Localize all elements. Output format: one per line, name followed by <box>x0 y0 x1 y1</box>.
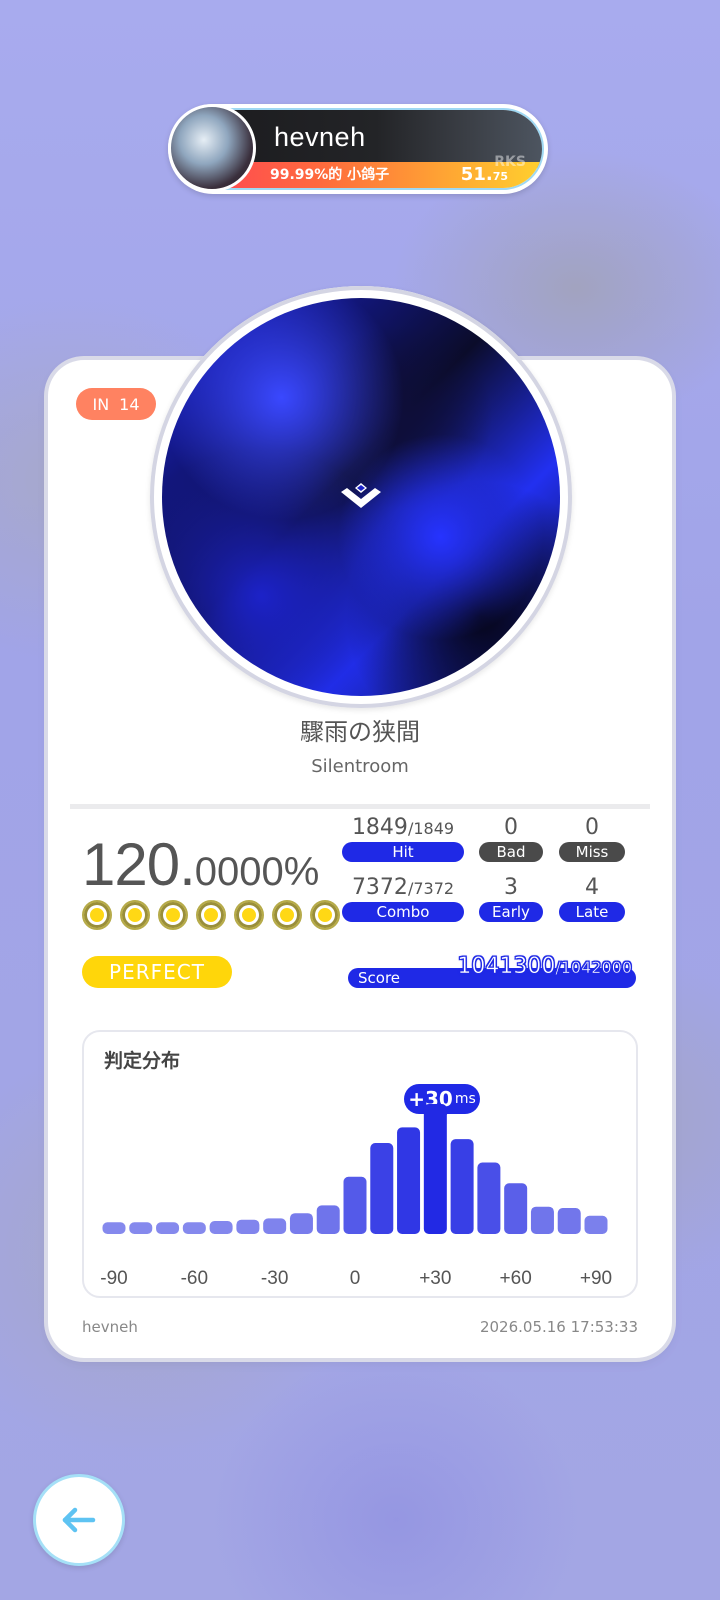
rks-decimal: 75 <box>492 170 508 183</box>
arrow-left-icon <box>62 1507 96 1533</box>
judgement-distribution: 判定分布 +30 ms -90 -60 -30 0 +30 +60 +90 <box>82 1030 638 1298</box>
axis-tick-label: +90 <box>579 1268 613 1289</box>
score-value: 1041300/1042000 <box>457 954 632 980</box>
grade-dot <box>120 900 150 930</box>
late-value: 4 <box>585 875 599 900</box>
hit-total: /1849 <box>407 819 455 838</box>
score-max: /1042000 <box>555 958 632 978</box>
rks-int: 51. <box>460 164 493 185</box>
stat-combo: 7372/7372 Combo <box>342 874 464 922</box>
score-bar: Score 1041300/1042000 <box>348 954 636 988</box>
axis-tick-label: 0 <box>349 1268 361 1289</box>
difficulty-badge: IN 14 <box>76 388 156 420</box>
axis-tick-label: +60 <box>499 1268 532 1289</box>
distribution-bar <box>156 1222 180 1234</box>
miss-value: 0 <box>585 815 599 840</box>
grade-dot <box>82 900 112 930</box>
combo-count: 7372 <box>351 875 408 900</box>
hit-count: 1849 <box>351 815 408 840</box>
accuracy-decimal: 0000% <box>194 850 320 894</box>
combo-total: /7372 <box>407 879 455 898</box>
distribution-bar <box>530 1206 554 1234</box>
distribution-bar <box>557 1208 581 1234</box>
distribution-bar <box>182 1222 206 1234</box>
distribution-bar <box>397 1127 421 1234</box>
bad-value: 0 <box>504 815 518 840</box>
grade-dot <box>234 900 264 930</box>
distribution-bar <box>102 1222 126 1234</box>
player-card[interactable]: hevneh 99.99%的 小鸽子 RKS 51.75 <box>168 104 548 194</box>
distribution-bar <box>370 1143 394 1234</box>
difficulty-level: 14 <box>119 394 140 414</box>
grade-dot <box>272 900 302 930</box>
game-logo-icon <box>341 483 381 508</box>
bad-label: Bad <box>479 842 543 862</box>
accuracy: 120.0000% <box>82 830 319 899</box>
early-value: 3 <box>504 875 518 900</box>
distribution-bar <box>504 1183 528 1234</box>
distribution-bar <box>263 1218 287 1234</box>
stat-hit: 1849/1849 Hit <box>342 814 464 862</box>
footer-player-name: hevneh <box>82 1318 138 1336</box>
axis-tick-label: +30 <box>419 1268 452 1289</box>
grade-badge: PERFECT <box>82 956 232 988</box>
song-artist: Silentroom <box>311 756 409 777</box>
axis-tick-label: -30 <box>260 1268 289 1289</box>
hit-value: 1849/1849 <box>342 814 464 842</box>
axis-tick-label: -60 <box>180 1268 209 1289</box>
axis-tick-label: -90 <box>100 1268 128 1289</box>
distribution-bar <box>209 1221 233 1234</box>
back-button[interactable] <box>33 1474 125 1566</box>
song-cover <box>162 298 560 696</box>
distribution-bar <box>343 1176 367 1234</box>
rks-value: 51.75 <box>461 164 508 185</box>
stat-early: 3 Early <box>479 874 543 922</box>
player-subtitle: 99.99%的 小鸽子 <box>270 167 390 183</box>
combo-label: Combo <box>342 902 464 922</box>
distribution-bar <box>289 1213 313 1234</box>
grade-dots <box>82 900 340 930</box>
distribution-bar <box>423 1104 447 1234</box>
distribution-bar <box>129 1222 153 1234</box>
song-title: 驟雨の狭間 <box>300 718 420 746</box>
stat-miss: 0 Miss <box>559 814 625 862</box>
distribution-bar <box>450 1139 474 1234</box>
stat-bad: 0 Bad <box>479 814 543 862</box>
score-number: 1041300 <box>457 954 556 980</box>
grade-dot <box>310 900 340 930</box>
distribution-bar <box>316 1205 340 1234</box>
accuracy-int: 120. <box>82 831 196 898</box>
grade-dot <box>196 900 226 930</box>
distribution-bar <box>236 1219 260 1234</box>
distribution-bar <box>477 1162 501 1234</box>
avatar <box>168 104 256 192</box>
combo-value: 7372/7372 <box>342 874 464 902</box>
score-label: Score <box>358 969 401 987</box>
player-name: hevneh <box>274 122 366 152</box>
divider <box>70 804 650 809</box>
footer-date: 2026.05.16 17:53:33 <box>479 1318 638 1336</box>
grade-dot <box>158 900 188 930</box>
distribution-bar <box>584 1215 608 1234</box>
stat-late: 4 Late <box>559 874 625 922</box>
early-label: Early <box>479 902 543 922</box>
hit-label: Hit <box>342 842 464 862</box>
miss-label: Miss <box>559 842 625 862</box>
distribution-chart <box>102 1104 608 1234</box>
late-label: Late <box>559 902 625 922</box>
difficulty-name: IN <box>92 394 110 414</box>
